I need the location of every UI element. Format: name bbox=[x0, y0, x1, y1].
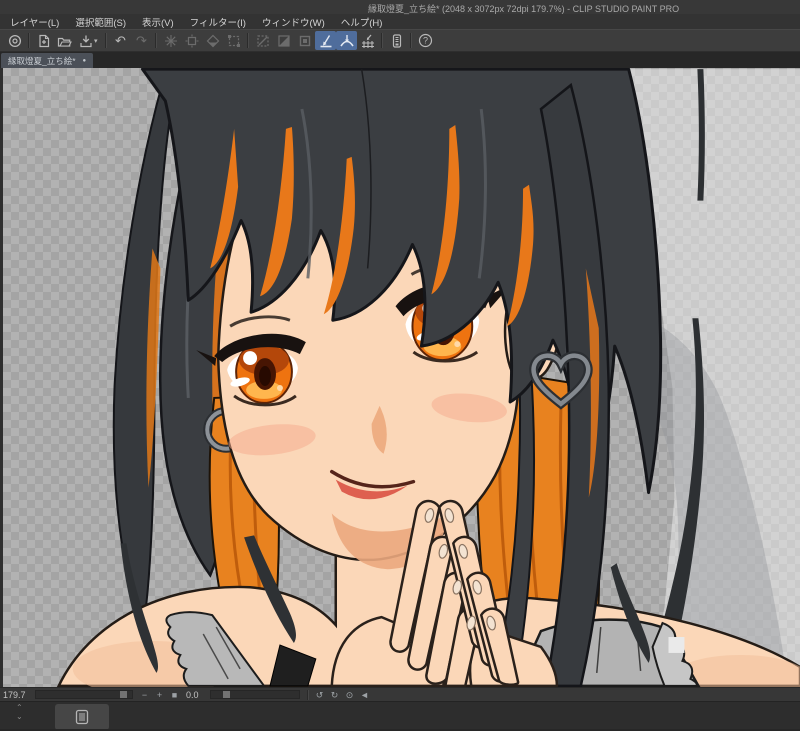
rotation-slider-handle[interactable] bbox=[223, 691, 230, 698]
svg-text:?: ? bbox=[423, 36, 428, 46]
fill-icon[interactable] bbox=[202, 31, 223, 50]
zoom-value: 179.7 bbox=[3, 689, 26, 700]
collapse-up-icon[interactable]: ⌃ bbox=[16, 703, 23, 712]
zoom-out-button[interactable]: − bbox=[137, 689, 152, 701]
document-tab-bar: 縁取燈夏_立ち絵* ● bbox=[0, 52, 800, 68]
canvas-artwork bbox=[56, 68, 800, 687]
navigation-status-bar: 179.7 − + ■ 0.0 ↺ ↻ ⊙ ◄ bbox=[0, 687, 800, 701]
command-bar: ▾ ↶ ↷ ? bbox=[0, 29, 800, 52]
bottom-panel-bar: ⌃ ⌄ bbox=[0, 701, 800, 731]
zoom-slider[interactable] bbox=[35, 690, 133, 699]
rotation-slider[interactable] bbox=[210, 690, 300, 699]
zoom-slider-handle[interactable] bbox=[120, 691, 127, 698]
new-file-icon[interactable] bbox=[33, 31, 54, 50]
tablet-palette-icon[interactable] bbox=[386, 31, 407, 50]
invert-selection-icon[interactable] bbox=[273, 31, 294, 50]
toolbar-separator bbox=[105, 33, 107, 48]
menu-help[interactable]: ヘルプ(H) bbox=[333, 14, 391, 30]
document-modified-dot: ● bbox=[82, 57, 87, 64]
document-tab[interactable]: 縁取燈夏_立ち絵* ● bbox=[1, 53, 94, 68]
reset-rotation-icon[interactable]: ⊙ bbox=[342, 689, 357, 701]
menu-view[interactable]: 表示(V) bbox=[134, 14, 182, 30]
document-tab-label: 縁取燈夏_立ち絵* bbox=[8, 55, 76, 66]
toolbar-separator bbox=[28, 33, 30, 48]
scale-rotate-icon[interactable] bbox=[223, 31, 244, 50]
material-panel-button[interactable] bbox=[55, 704, 109, 730]
undo-icon[interactable]: ↶ bbox=[110, 31, 131, 50]
erase-outside-selection-icon[interactable] bbox=[181, 31, 202, 50]
menu-selection[interactable]: 選択範囲(S) bbox=[67, 14, 134, 30]
menu-filter[interactable]: フィルター(I) bbox=[182, 14, 254, 30]
rotation-value: 0.0 bbox=[186, 689, 199, 700]
open-file-icon[interactable] bbox=[54, 31, 75, 50]
selection-border-icon[interactable] bbox=[294, 31, 315, 50]
fit-to-screen-button[interactable]: ■ bbox=[167, 689, 182, 701]
erase-icon[interactable] bbox=[160, 31, 181, 50]
zoom-in-button[interactable]: + bbox=[152, 689, 167, 701]
toolbar-separator bbox=[155, 33, 157, 48]
save-icon[interactable] bbox=[75, 31, 96, 50]
flip-view-icon[interactable]: ◄ bbox=[357, 689, 372, 701]
rotate-cw-icon[interactable]: ↻ bbox=[327, 689, 342, 701]
menu-layer[interactable]: レイヤー(L) bbox=[2, 14, 67, 30]
menu-bar: レイヤー(L) 選択範囲(S) 表示(V) フィルター(I) ウィンドウ(W) … bbox=[0, 14, 800, 29]
snap-to-ruler-icon[interactable] bbox=[315, 31, 336, 50]
save-dropdown-chevron-icon[interactable]: ▾ bbox=[94, 37, 102, 45]
window-title: 縁取燈夏_立ち絵* (2048 x 3072px 72dpi 179.7%) -… bbox=[368, 4, 680, 14]
rotate-ccw-icon[interactable]: ↺ bbox=[312, 689, 327, 701]
panel-collapse-control[interactable]: ⌃ ⌄ bbox=[16, 703, 23, 721]
collapse-down-icon[interactable]: ⌄ bbox=[16, 712, 23, 721]
snap-to-grid-icon[interactable] bbox=[357, 31, 378, 50]
window-title-bar: 縁取燈夏_立ち絵* (2048 x 3072px 72dpi 179.7%) -… bbox=[0, 0, 800, 14]
redo-icon[interactable]: ↷ bbox=[131, 31, 152, 50]
clip-studio-logo-icon[interactable] bbox=[4, 31, 25, 50]
deselect-icon[interactable] bbox=[252, 31, 273, 50]
drawing-canvas[interactable] bbox=[3, 68, 800, 687]
material-panel-icon bbox=[75, 709, 89, 725]
toolbar-separator bbox=[381, 33, 383, 48]
canvas-area bbox=[0, 68, 800, 687]
snap-to-special-ruler-icon[interactable] bbox=[336, 31, 357, 50]
toolbar-separator bbox=[247, 33, 249, 48]
statusbar-separator bbox=[307, 689, 309, 700]
menu-window[interactable]: ウィンドウ(W) bbox=[254, 14, 333, 30]
help-icon[interactable]: ? bbox=[415, 31, 436, 50]
toolbar-separator bbox=[410, 33, 412, 48]
